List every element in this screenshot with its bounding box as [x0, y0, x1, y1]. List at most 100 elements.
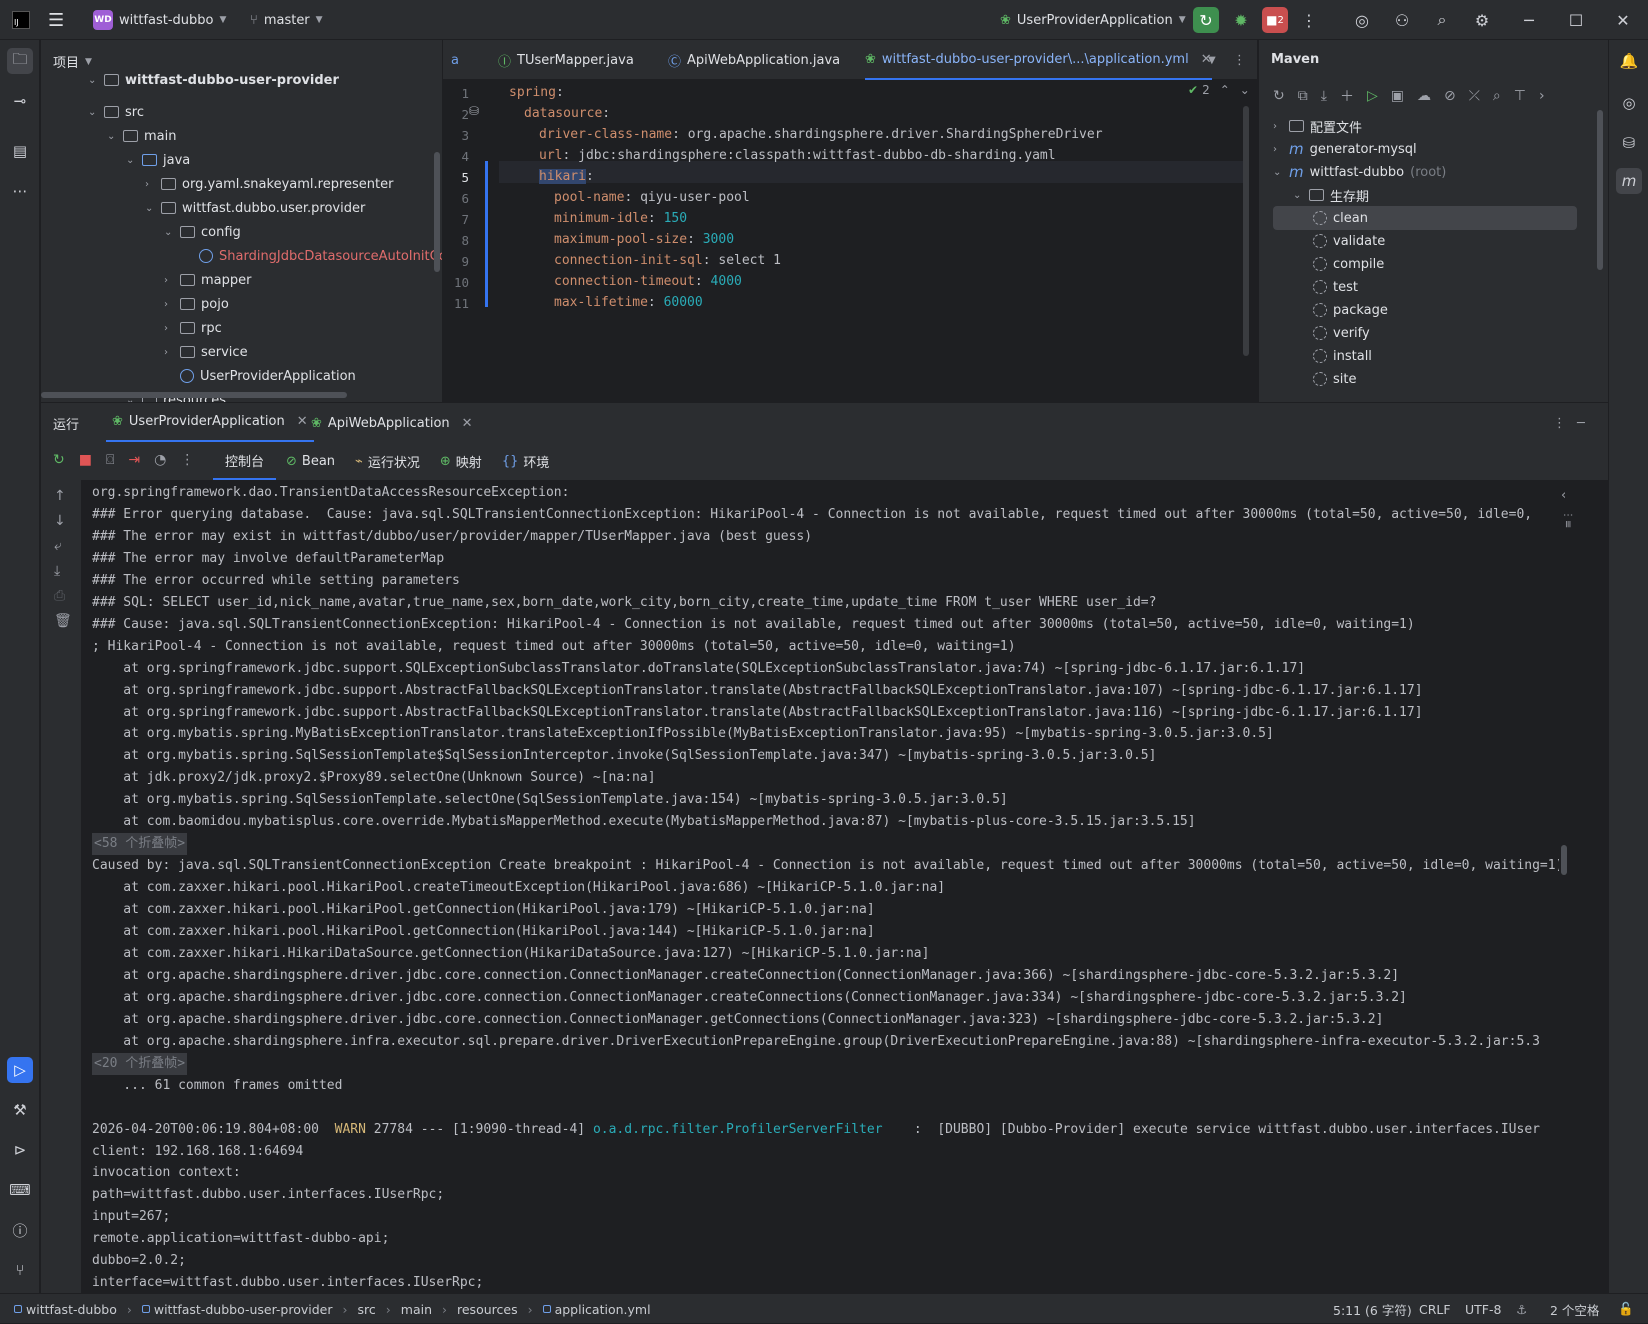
breadcrumb-item[interactable]: wittfast-dubbo	[14, 1302, 117, 1317]
branch-selector[interactable]: ⑂ master ▼	[250, 0, 323, 40]
stop-button[interactable]: ■ 2	[1262, 7, 1288, 33]
maven-item[interactable]: validate	[1313, 229, 1385, 253]
chevron-right-icon[interactable]: ›	[1273, 144, 1283, 155]
download-icon[interactable]: ⤓	[1321, 88, 1327, 104]
camera-icon[interactable]: ⌼	[106, 452, 114, 468]
tab-more-button[interactable]: ⋮	[1233, 40, 1246, 80]
context-icon[interactable]: ⚓	[1516, 1294, 1527, 1324]
inspection-widget[interactable]: ✔ 2 ⌃ ⌄	[1188, 83, 1250, 97]
tree-item[interactable]: ⌄ java	[126, 148, 190, 172]
code-with-me-button[interactable]: ⚇	[1389, 7, 1415, 33]
chevron-right-icon[interactable]: ›	[1539, 88, 1545, 104]
add-icon[interactable]: ＋	[1340, 86, 1354, 106]
maximize-button[interactable]: ☐	[1563, 7, 1589, 33]
app-logo[interactable]: IJ	[12, 0, 30, 40]
print-icon[interactable]: ⎙	[54, 588, 72, 604]
project-tool-button[interactable]: 🗀	[7, 48, 33, 74]
git-tool-button[interactable]: ⑂	[7, 1257, 33, 1283]
subtab-mappings[interactable]: ⊕ 映射	[430, 442, 492, 480]
tree-horizontal-scrollbar[interactable]	[41, 392, 347, 398]
problems-tool-button[interactable]: ⓘ	[7, 1217, 33, 1243]
settings-button[interactable]: ⚙	[1469, 7, 1495, 33]
show-dependencies-icon[interactable]: ⊤	[1514, 88, 1526, 104]
rerun-button[interactable]: ↻	[1193, 7, 1219, 33]
editor-tab-apiwebapplication[interactable]: Ⓒ ApiWebApplication.java	[668, 40, 840, 80]
run-tab-apiweb[interactable]: ❀ ApiWebApplication ✕	[311, 403, 473, 443]
ai-chat-button[interactable]: ◎	[1616, 90, 1642, 116]
chevron-down-icon[interactable]: ⌄	[1273, 167, 1283, 178]
subtab-console[interactable]: 控制台	[213, 442, 277, 480]
code-editor[interactable]: ⛁ 1 spring: 2 datasource: 3 driver-class-name…	[443, 81, 1257, 402]
maven-item[interactable]: compile	[1313, 252, 1384, 276]
maven-item[interactable]: ⌄ 生存期	[1293, 183, 1369, 207]
tab-list-dropdown[interactable]: ▼	[1208, 40, 1216, 80]
maven-item[interactable]: › 配置文件	[1273, 114, 1362, 138]
more-actions-button[interactable]: ⋮	[1296, 7, 1322, 33]
editor-tab-application-yml[interactable]: ❀ wittfast-dubbo-user-provider\...\applic…	[865, 40, 1212, 80]
terminal-tool-button[interactable]: ⌨	[7, 1177, 33, 1203]
run-options-button[interactable]: ⋮	[1553, 403, 1566, 443]
search-everywhere-button[interactable]: ⌕	[1429, 7, 1455, 33]
execute-goal-icon[interactable]: ▣	[1391, 88, 1404, 104]
chevron-down-icon[interactable]: ⌄	[164, 227, 174, 238]
subtab-bean[interactable]: ⊘ Bean	[276, 442, 345, 480]
tree-item[interactable]: ShardingJdbcDatasourceAutoInitConfig	[183, 244, 442, 268]
arrow-down-icon[interactable]: ↓	[54, 513, 72, 529]
stop-icon[interactable]: ■	[79, 452, 92, 468]
chevron-right-icon[interactable]: ›	[164, 347, 174, 358]
chevron-right-icon[interactable]: ›	[164, 323, 174, 334]
offline-icon[interactable]: ☁	[1417, 88, 1431, 104]
chevron-down-icon[interactable]: ⌄	[88, 75, 98, 86]
close-window-button[interactable]: ✕	[1610, 7, 1636, 33]
tree-item[interactable]: ⌄ main	[107, 124, 176, 148]
chevron-right-icon[interactable]: ›	[145, 179, 155, 190]
notifications-button[interactable]: 🔔	[1616, 48, 1642, 74]
maven-item[interactable]: clean	[1273, 206, 1577, 230]
breadcrumb-item[interactable]: resources	[457, 1302, 518, 1317]
reload-icon[interactable]: ↻	[1273, 88, 1285, 104]
run-tool-button[interactable]: ▷	[7, 1057, 33, 1083]
maven-tool-button[interactable]: m	[1616, 168, 1642, 194]
commit-tool-button[interactable]: ⊸	[7, 88, 33, 114]
services-tool-button[interactable]: ⊳	[7, 1137, 33, 1163]
editor-scrollbar[interactable]	[1243, 106, 1249, 356]
arrow-up-icon[interactable]: ↑	[54, 488, 72, 504]
maven-item[interactable]: package	[1313, 298, 1388, 322]
close-tab-icon[interactable]: ✕	[462, 416, 473, 431]
breadcrumb-item[interactable]: application.yml	[542, 1302, 651, 1317]
indent-setting[interactable]: 2 个空格	[1550, 1294, 1599, 1324]
run-config-selector[interactable]: ❀ UserProviderApplication ▼	[1000, 0, 1186, 40]
chevron-down-icon[interactable]: ⌄	[88, 107, 98, 118]
tree-item[interactable]: UserProviderApplication	[164, 364, 356, 388]
project-panel-title[interactable]: 项目 ▼	[53, 52, 92, 71]
more-tools-button[interactable]: ⋯	[7, 178, 33, 204]
maven-item[interactable]: verify	[1313, 321, 1370, 345]
chevron-up-icon[interactable]: ⌃	[1220, 83, 1230, 97]
soft-wrap-icon[interactable]: ⤶	[54, 538, 72, 554]
maven-item[interactable]: › m generator-mysql	[1273, 137, 1417, 161]
tree-item[interactable]: ⌄ wittfast.dubbo.user.provider	[145, 196, 365, 220]
chevron-down-icon[interactable]: ⌄	[107, 131, 117, 142]
tree-item[interactable]: ⌄ config	[164, 220, 241, 244]
hide-panel-button[interactable]: ─	[1577, 403, 1585, 443]
subtab-environment[interactable]: {} 环境	[492, 442, 560, 480]
breadcrumb-item[interactable]: main	[401, 1302, 432, 1317]
rerun-icon[interactable]: ↻	[53, 452, 65, 468]
chevron-right-icon[interactable]: ›	[164, 299, 174, 310]
close-tab-icon[interactable]: ✕	[297, 414, 308, 429]
subtab-health[interactable]: ⌁ 运行状况	[345, 442, 430, 480]
folded-frames[interactable]: <20 个折叠帧>	[92, 1052, 188, 1075]
folded-frames[interactable]: <58 个折叠帧>	[92, 833, 188, 856]
ai-assistant-button[interactable]: ◎	[1349, 7, 1375, 33]
minimize-button[interactable]: ─	[1516, 7, 1542, 33]
breadcrumb-item[interactable]: src	[358, 1302, 376, 1317]
run-tab-userprovider[interactable]: ❀ UserProviderApplication ✕	[106, 403, 314, 443]
tree-item[interactable]: ⌄ src	[88, 100, 144, 124]
tree-vertical-scrollbar[interactable]	[434, 152, 440, 272]
chevron-down-icon[interactable]: ⌄	[1240, 83, 1250, 97]
project-selector[interactable]: WD wittfast-dubbo ▼	[93, 0, 226, 40]
maven-item[interactable]: install	[1313, 344, 1372, 368]
readonly-toggle[interactable]: 🔓	[1618, 1294, 1634, 1324]
chevron-right-icon[interactable]: ›	[164, 275, 174, 286]
line-separator[interactable]: CRLF	[1419, 1294, 1451, 1324]
